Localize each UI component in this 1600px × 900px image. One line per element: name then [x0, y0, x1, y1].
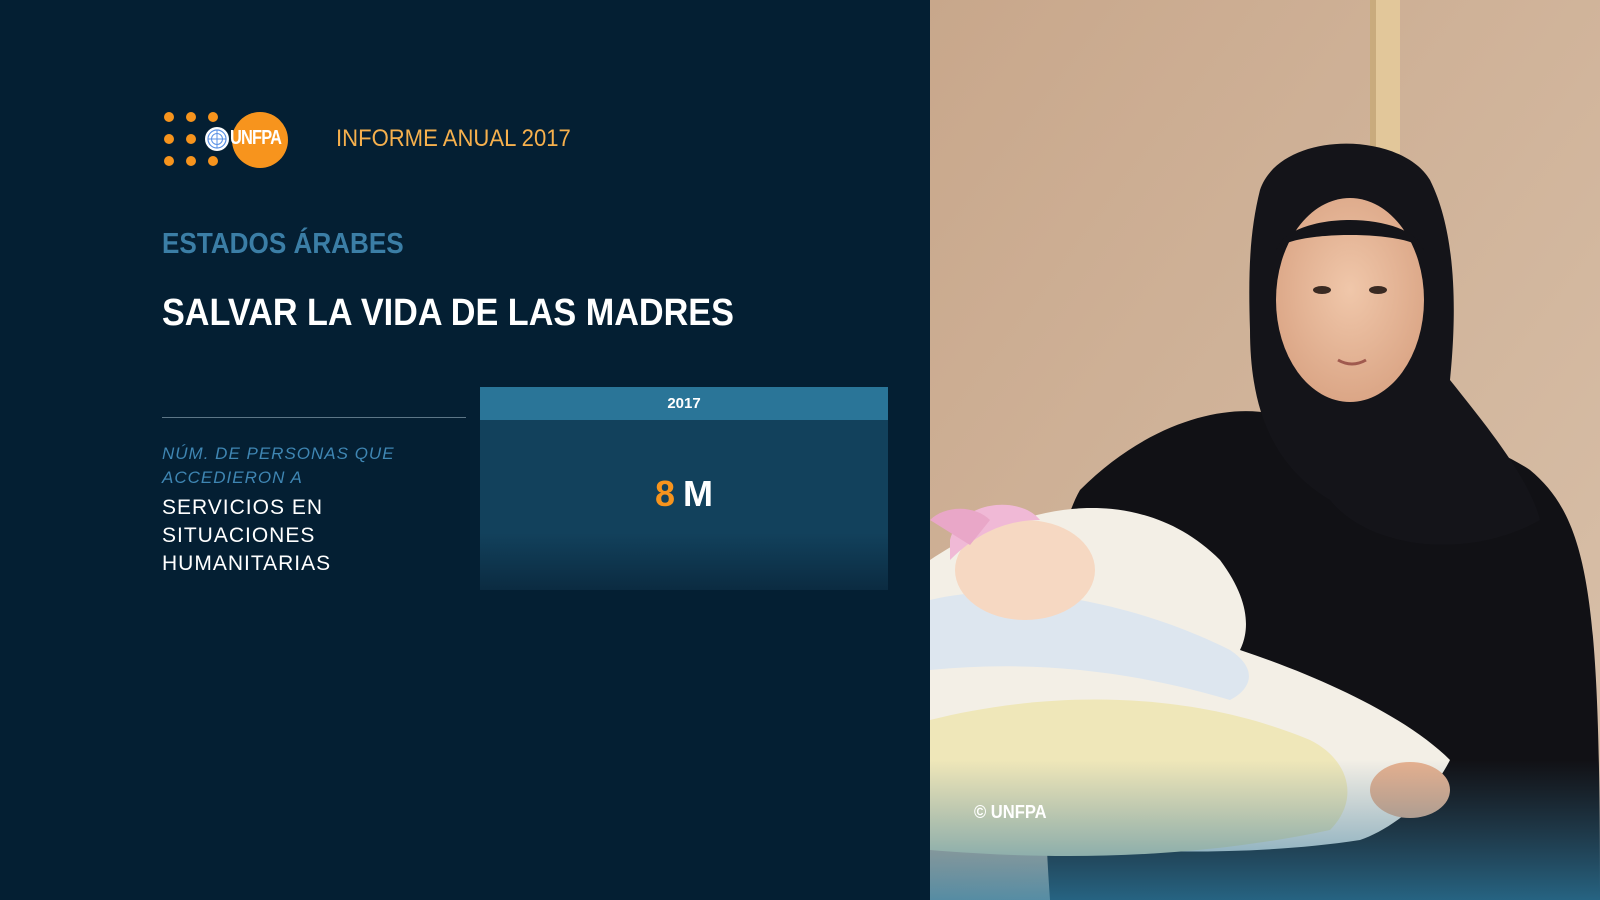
page-title: SALVAR LA VIDA DE LAS MADRES: [162, 292, 734, 334]
logo-dot: [164, 156, 174, 166]
mother-with-newborn-photo: [930, 0, 1600, 900]
stat-number: 8: [654, 473, 676, 514]
unfpa-logo: UNFPA: [162, 110, 288, 168]
logo-dot: [208, 112, 218, 122]
header: UNFPA INFORME ANUAL 2017: [162, 110, 591, 168]
stat-value: 8M: [480, 473, 888, 515]
indicator-label: SERVICIOS EN SITUACIONES HUMANITARIAS: [162, 496, 332, 575]
logo-dot: [208, 156, 218, 166]
stat-year-header: 2017: [480, 387, 888, 420]
slide: UNFPA INFORME ANUAL 2017 ESTADOS ÁRABES …: [0, 0, 1600, 900]
un-emblem-icon: [205, 127, 229, 151]
stat-unit: M: [683, 473, 714, 514]
indicator-caption: NÚM. DE PERSONAS QUE ACCEDIERON A: [162, 444, 395, 487]
logo-dot: [186, 112, 196, 122]
logo-dot: [164, 134, 174, 144]
region-label: ESTADOS ÁRABES: [162, 228, 404, 260]
logo-dot: [186, 134, 196, 144]
divider: [162, 417, 466, 418]
report-title: INFORME ANUAL 2017: [336, 125, 571, 152]
stat-box: 2017 8M: [480, 387, 888, 590]
content-panel: UNFPA INFORME ANUAL 2017 ESTADOS ÁRABES …: [0, 0, 930, 900]
photo: © UNFPA: [930, 0, 1600, 900]
photo-credit: © UNFPA: [974, 802, 1047, 822]
indicator: NÚM. DE PERSONAS QUE ACCEDIERON A SERVIC…: [162, 442, 472, 578]
logo-wordmark: UNFPA: [230, 127, 282, 149]
logo-dot: [186, 156, 196, 166]
logo-dot: [164, 112, 174, 122]
